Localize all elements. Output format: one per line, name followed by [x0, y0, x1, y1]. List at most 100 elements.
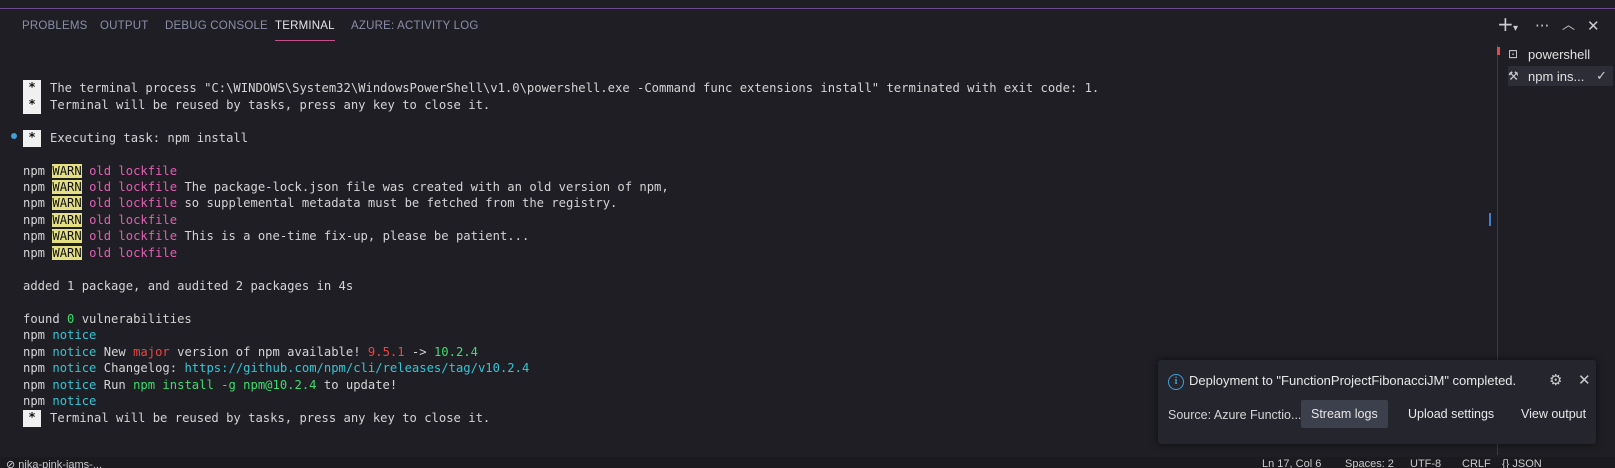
update-command: npm install -g npm@10.2.4 — [133, 378, 317, 392]
notification-message: Deployment to "FunctionProjectFibonacciJ… — [1189, 373, 1517, 388]
terminal-line: npm WARN old lockfile so supplemental me… — [23, 195, 617, 211]
npm-text: npm — [23, 361, 46, 375]
star-marker: * — [23, 80, 41, 97]
terminal-icon: ⊡ — [1508, 47, 1519, 61]
panel-tab-bar: PROBLEMS OUTPUT DEBUG CONSOLE TERMINAL A… — [0, 9, 1615, 45]
npm-text: npm — [23, 229, 46, 243]
chevron-up-icon[interactable]: ︿ — [1562, 18, 1575, 34]
close-icon[interactable]: ✕ — [1578, 371, 1591, 389]
terminal-text: Run — [96, 378, 134, 392]
info-icon: i — [1168, 374, 1184, 390]
status-encoding[interactable]: UTF-8 — [1410, 458, 1441, 468]
old-version: 9.5.1 — [367, 345, 405, 359]
warn-badge: WARN — [52, 180, 82, 194]
npm-text: npm — [23, 345, 46, 359]
check-icon: ✓ — [1596, 68, 1607, 84]
terminal-line: npm notice — [23, 393, 96, 409]
status-bar: ⊘ nika-pink-jams-... Ln 17, Col 6 Spaces… — [0, 457, 1615, 468]
terminal-text: This is a one-time fix-up, please be pat… — [177, 229, 530, 243]
terminal-text: The package-lock.json file was created w… — [177, 180, 669, 194]
scrollbar-marker[interactable] — [1489, 213, 1491, 226]
star-marker: * — [23, 97, 41, 114]
chevron-down-icon[interactable]: ▾ — [1513, 21, 1518, 37]
warn-badge: WARN — [52, 213, 82, 227]
gear-icon[interactable]: ⚙ — [1549, 371, 1562, 389]
tab-debug-console[interactable]: DEBUG CONSOLE — [165, 20, 268, 32]
view-output-button[interactable]: View output — [1511, 400, 1596, 428]
terminal-text: so supplemental metadata must be fetched… — [177, 196, 618, 210]
status-cursor-position[interactable]: Ln 17, Col 6 — [1262, 458, 1321, 468]
terminal-line: npm notice Changelog: https://github.com… — [23, 360, 529, 376]
error-marker — [1497, 47, 1500, 55]
lockfile-text: old lockfile — [89, 213, 178, 227]
close-icon[interactable]: ✕ — [1587, 18, 1600, 34]
npm-text: npm — [23, 196, 46, 210]
terminal-line: added 1 package, and audited 2 packages … — [23, 278, 353, 294]
notice-label: notice — [52, 394, 97, 408]
star-marker: * — [23, 410, 41, 427]
lockfile-text: old lockfile — [89, 196, 178, 210]
status-language[interactable]: {} JSON — [1502, 458, 1542, 468]
command-decoration-dot[interactable] — [11, 133, 17, 139]
stream-logs-button[interactable]: Stream logs — [1301, 400, 1388, 428]
notice-label: notice — [52, 345, 97, 359]
new-version: 10.2.4 — [433, 345, 478, 359]
plus-icon[interactable]: + — [1497, 14, 1514, 34]
terminal-line: npm WARN old lockfile — [23, 212, 177, 228]
terminal-text: Terminal will be reused by tasks, press … — [50, 411, 491, 425]
status-eol[interactable]: CRLF — [1462, 458, 1491, 468]
terminal-text: The terminal process "C:\WINDOWS\System3… — [50, 81, 1100, 95]
npm-text: npm — [23, 213, 46, 227]
tab-problems[interactable]: PROBLEMS — [22, 20, 88, 32]
tools-icon: ⚒ — [1508, 69, 1519, 83]
terminal-line: * Terminal will be reused by tasks, press… — [23, 97, 491, 114]
terminal-line: * Terminal will be reused by tasks, press… — [23, 410, 491, 427]
warn-badge: WARN — [52, 196, 82, 210]
npm-text: npm — [23, 246, 46, 260]
terminal-line: * The terminal process "C:\WINDOWS\System… — [23, 80, 1100, 97]
terminal-list-label: powershell — [1528, 46, 1591, 62]
tab-azure-activity-log[interactable]: AZURE: ACTIVITY LOG — [351, 20, 479, 32]
terminal-text: Terminal will be reused by tasks, press … — [50, 98, 491, 112]
tab-output[interactable]: OUTPUT — [100, 20, 148, 32]
terminal-list-label: npm ins... — [1528, 68, 1585, 84]
npm-text: npm — [23, 164, 46, 178]
warn-badge: WARN — [52, 164, 82, 178]
notification-source: Source: Azure Functio... — [1168, 408, 1302, 422]
warn-badge: WARN — [52, 246, 82, 260]
terminal-line: found 0 vulnerabilities — [23, 311, 192, 327]
notice-label: notice — [52, 378, 97, 392]
star-marker: * — [23, 130, 41, 147]
terminal-line: npm WARN old lockfile The package-lock.j… — [23, 179, 669, 195]
terminal-text: Executing task: npm install — [50, 131, 249, 145]
notification-toast: i Deployment to "FunctionProjectFibonacc… — [1158, 360, 1596, 444]
lockfile-text: old lockfile — [89, 229, 178, 243]
terminal-line: * Executing task: npm install — [23, 130, 249, 147]
npm-text: npm — [23, 180, 46, 194]
terminal-text: to update! — [316, 378, 398, 392]
notice-label: notice — [52, 328, 97, 342]
terminal-list-item-npm-install[interactable]: ⚒ npm ins... ✓ — [1508, 66, 1613, 86]
terminal-text: New — [96, 345, 134, 359]
terminal-text: vulnerabilities — [74, 312, 192, 326]
terminal-line: npm notice — [23, 327, 96, 343]
notice-label: notice — [52, 361, 97, 375]
npm-text: npm — [23, 394, 46, 408]
changelog-link[interactable]: https://github.com/npm/cli/releases/tag/… — [184, 361, 529, 375]
terminal-line: npm WARN old lockfile This is a one-time… — [23, 228, 529, 244]
tab-terminal[interactable]: TERMINAL — [275, 20, 335, 41]
ellipsis-icon[interactable]: ··· — [1535, 18, 1549, 34]
terminal-list-item-powershell[interactable]: ⊡ powershell — [1508, 44, 1613, 64]
lockfile-text: old lockfile — [89, 164, 178, 178]
terminal-text: Changelog: — [96, 361, 185, 375]
status-indentation[interactable]: Spaces: 2 — [1345, 458, 1394, 468]
lockfile-text: old lockfile — [89, 246, 178, 260]
terminal-line: npm notice Run npm install -g npm@10.2.4… — [23, 377, 397, 393]
terminal-line: npm WARN old lockfile — [23, 163, 177, 179]
terminal-line: npm notice New major version of npm avai… — [23, 344, 478, 360]
terminal-text: added 1 package, and audited 2 packages … — [23, 279, 354, 293]
status-remote[interactable]: ⊘ nika-pink-jams-... — [6, 458, 102, 468]
major-text: major — [133, 345, 170, 359]
upload-settings-button[interactable]: Upload settings — [1398, 400, 1504, 428]
terminal-text: found — [23, 312, 68, 326]
